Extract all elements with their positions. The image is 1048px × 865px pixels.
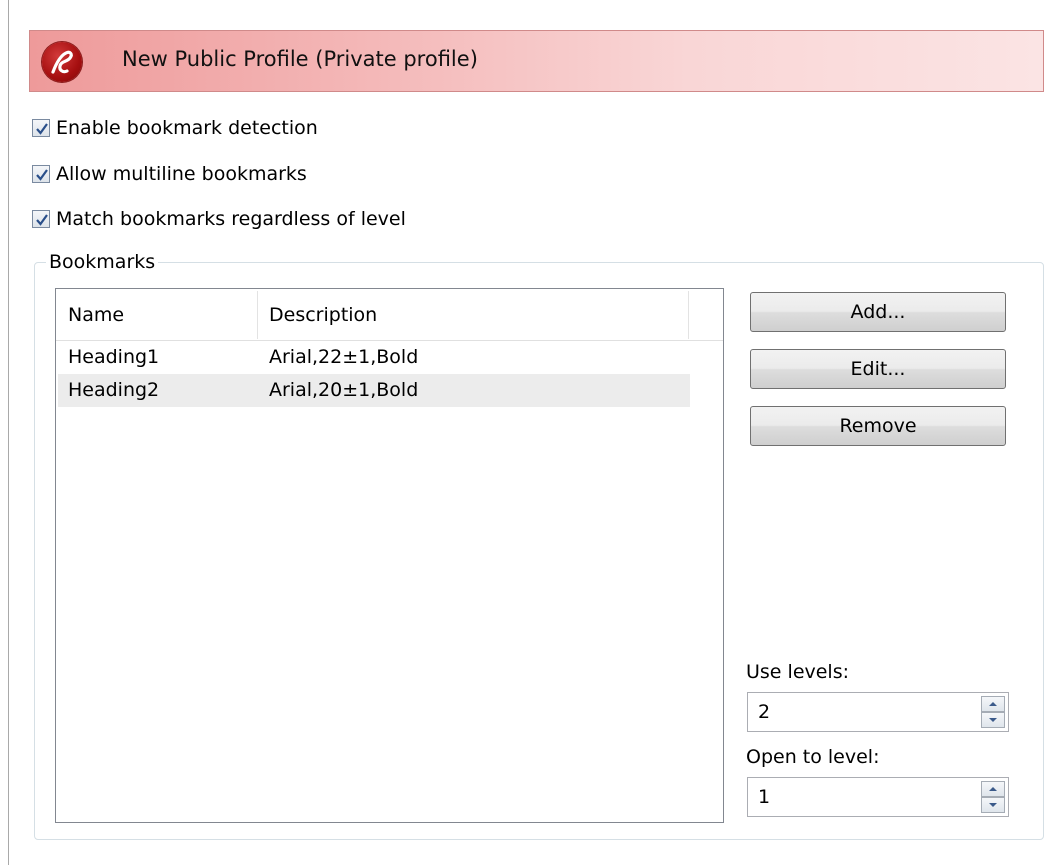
app-logo-icon [42,42,82,82]
allow-multiline-bookmarks-checkbox[interactable] [32,165,50,183]
enable-bookmark-detection-option[interactable]: Enable bookmark detection [32,116,318,140]
match-bookmarks-regardless-checkbox[interactable] [32,210,50,228]
spin-down-button[interactable] [981,712,1005,728]
profile-title: New Public Profile (Private profile) [122,47,478,71]
spin-down-arrow-icon [989,803,997,807]
checkmark-icon [36,169,48,181]
spin-down-button[interactable] [981,797,1005,813]
column-header-name[interactable]: Name [56,289,256,341]
enable-bookmark-detection-checkbox[interactable] [32,119,50,137]
table-row[interactable]: Heading2 Arial,20±1,Bold [58,374,690,407]
use-levels-label: Use levels: [746,661,850,683]
match-bookmarks-regardless-option[interactable]: Match bookmarks regardless of level [32,207,406,231]
checkmark-icon [36,123,48,135]
use-levels-stepper[interactable]: 2 [747,692,1009,732]
match-bookmarks-regardless-label: Match bookmarks regardless of level [56,208,406,230]
spin-up-button[interactable] [981,781,1005,797]
checkmark-icon [36,214,48,226]
spin-up-arrow-icon [989,702,997,706]
bookmarks-group-label: Bookmarks [46,251,159,273]
row-description: Arial,22±1,Bold [269,346,419,368]
open-to-level-spin-buttons [981,781,1005,813]
table-row[interactable]: Heading1 Arial,22±1,Bold [58,341,690,374]
add-button[interactable]: Add... [750,292,1006,332]
list-header: Name Description [56,289,723,341]
row-description: Arial,20±1,Bold [269,379,419,401]
open-to-level-stepper[interactable]: 1 [747,777,1009,817]
row-name: Heading2 [68,379,160,401]
allow-multiline-bookmarks-option[interactable]: Allow multiline bookmarks [32,162,307,186]
edit-button[interactable]: Edit... [750,349,1006,389]
spin-up-button[interactable] [981,696,1005,712]
column-header-description[interactable]: Description [257,289,687,341]
open-to-level-label: Open to level: [746,746,880,768]
enable-bookmark-detection-label: Enable bookmark detection [56,117,318,139]
bookmarks-list[interactable]: Name Description Heading1 Arial,22±1,Bol… [55,288,724,823]
row-name: Heading1 [68,346,160,368]
spin-down-arrow-icon [989,718,997,722]
allow-multiline-bookmarks-label: Allow multiline bookmarks [56,163,307,185]
use-levels-spin-buttons [981,696,1005,728]
open-to-level-value[interactable]: 1 [758,786,770,808]
spin-up-arrow-icon [989,787,997,791]
use-levels-value[interactable]: 2 [758,701,770,723]
remove-button[interactable]: Remove [750,406,1006,446]
profile-banner: New Public Profile (Private profile) [29,30,1044,92]
column-divider[interactable] [688,291,689,339]
